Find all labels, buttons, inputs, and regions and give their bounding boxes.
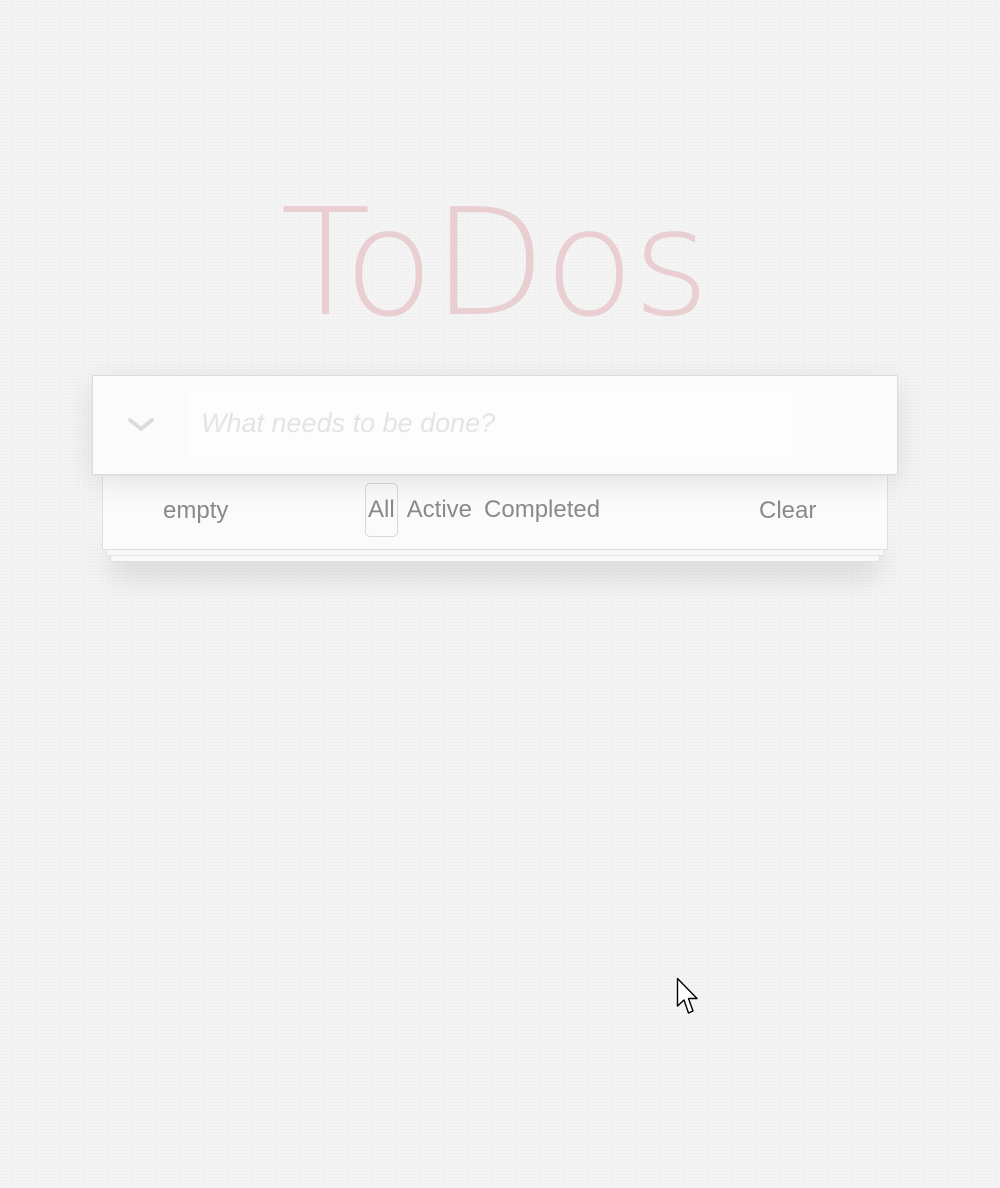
mouse-pointer-icon — [676, 977, 698, 1014]
todo-count: empty — [163, 497, 229, 524]
filter-active-link[interactable]: Active — [404, 483, 475, 537]
filters: All Active Completed — [365, 483, 603, 537]
filter-completed-link[interactable]: Completed — [481, 483, 603, 537]
filter-all-link[interactable]: All — [365, 483, 398, 537]
footer: empty All Active Completed Clear — [102, 476, 888, 550]
filter-item-all: All — [365, 483, 398, 537]
new-todo-panel — [92, 375, 898, 475]
chevron-down-icon — [128, 418, 154, 431]
app-title: ToDos — [280, 177, 709, 349]
toggle-all-button[interactable] — [113, 394, 169, 456]
filter-item-completed: Completed — [481, 483, 603, 537]
filter-item-active: Active — [404, 483, 475, 537]
clear-completed-button[interactable]: Clear — [759, 496, 816, 526]
new-todo-input[interactable] — [189, 390, 793, 456]
